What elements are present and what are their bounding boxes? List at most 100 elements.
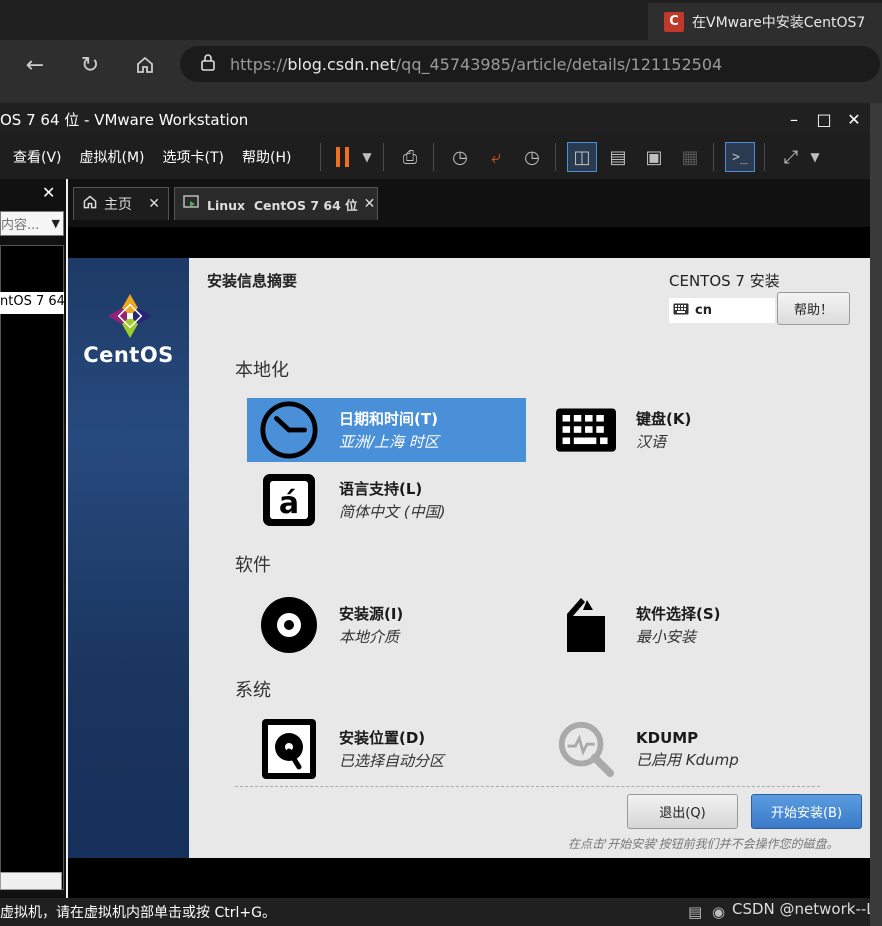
maximize-icon[interactable]: □ [809,103,839,135]
close-icon[interactable]: ✕ [42,183,55,202]
library-view-icon[interactable]: ◫ [567,142,597,172]
spoke-software-selection[interactable]: 软件选择(S) 最小安装 [556,593,836,657]
fullscreen-icon[interactable]: ▣ [639,142,669,172]
clock-icon [259,400,319,460]
close-icon[interactable]: ✕ [148,196,160,212]
page-title: 安装信息摘要 [207,272,298,290]
language-icon: á [259,470,319,530]
unity-icon[interactable]: ▦ [675,142,705,172]
magnifier-icon [556,719,616,779]
hdd-status-icon[interactable]: ▤ [688,903,702,921]
keyboard-icon [673,303,689,319]
spoke-language-title: 语言支持(L) [339,480,423,498]
horizontal-scrollbar[interactable] [0,872,62,890]
status-text: 虚拟机，请在虚拟机内部单击或按 Ctrl+G。 [0,905,276,921]
minimize-icon[interactable]: – [779,103,809,135]
window-title: OS 7 64 位 - VMware Workstation [0,110,249,129]
toolbar-separator [433,143,434,171]
url-host: blog.csdn.net [287,54,396,74]
disc-icon [259,595,319,655]
csdn-watermark: CSDN @network--L [732,900,875,918]
spoke-install-destination[interactable]: 安装位置(D) 已选择自动分区 [259,716,539,782]
send-keys-icon[interactable]: ⎙ [395,142,425,172]
toolbar-separator [764,143,765,171]
spoke-destination-status: 已选择自动分区 [339,752,445,770]
close-icon[interactable]: ✕ [364,196,376,212]
url-path: /qq_45743985/article/details/121152504 [395,54,723,74]
library-search-input[interactable]: 内容... ▼ [0,211,64,236]
toolbar-separator [713,143,714,171]
browser-tab-title: 在VMware中安装CentOS7 [692,14,866,31]
tab-home-label: 主页 [104,197,132,213]
spoke-kdump-status: 已启用 Kdump [636,750,739,769]
package-icon [556,595,616,655]
vm-screen-border [68,858,870,898]
spoke-destination-title: 安装位置(D) [339,729,426,747]
divider [235,786,820,787]
quit-button[interactable]: 退出(Q) [627,794,738,829]
vm-screen-border [68,227,870,258]
reload-icon[interactable]: ↻ [75,50,105,80]
disk-warning-text: 在点击'开始安装'按钮前我们并不会操作您的磁盘。 [568,837,839,851]
spoke-install-source[interactable]: 安装源(I) 本地介质 [259,593,539,657]
keyboard-layout-indicator[interactable]: cn [669,298,775,323]
spoke-datetime[interactable]: 日期和时间(T) 亚洲/上海 时区 [247,398,526,462]
home-icon [82,194,98,214]
chevron-down-icon[interactable]: ▼ [52,217,60,230]
background-page-strip [870,103,882,926]
csdn-favicon-icon: C [664,11,684,32]
spoke-source-title: 安装源(I) [339,605,404,623]
svg-text:á: á [279,486,299,521]
console-view-icon[interactable]: ▤ [603,142,633,172]
begin-installation-button[interactable]: 开始安装(B) [751,794,862,829]
tab-centos[interactable]: Linux CentOS 7 64 位 ✕ [174,187,378,220]
browser-tab[interactable]: C 在VMware中安装CentOS7 [648,3,882,40]
spoke-software-title: 软件选择(S) [636,605,721,623]
spoke-datetime-title: 日期和时间(T) [339,410,438,428]
chevron-down-icon[interactable]: ▼ [800,142,830,172]
centos-brand-text: CentOS [83,343,174,367]
close-icon[interactable]: ✕ [839,103,869,135]
snapshot-manager-icon[interactable]: ◷ [517,142,547,172]
spoke-source-status: 本地介质 [339,628,400,646]
spoke-kdump[interactable]: KDUMP 已启用 Kdump [556,716,836,782]
spoke-language[interactable]: á 语言支持(L) 简体中文 (中国) [259,468,539,532]
library-search-placeholder: 内容... [1,218,40,233]
cdrom-status-icon[interactable]: ◉ [712,903,725,921]
spoke-keyboard[interactable]: 键盘(K) 汉语 [556,398,836,462]
harddisk-icon [259,719,319,779]
tab-centos-label: Linux CentOS 7 64 位 [207,197,358,213]
menu-help[interactable]: 帮助(H) [242,147,300,167]
toolbar-separator [555,143,556,171]
library-item-centos[interactable]: ntOS 7 64 [0,292,64,314]
spoke-software-status: 最小安装 [636,628,697,646]
revert-snapshot-icon[interactable]: ⤶ [481,142,511,172]
section-system: 系统 [235,680,271,701]
spoke-language-status: 简体中文 (中国) [339,503,446,521]
spoke-kdump-title: KDUMP [636,728,699,747]
terminal-icon[interactable]: >_ [725,142,755,172]
spoke-keyboard-status: 汉语 [636,433,667,451]
tab-home[interactable]: 主页 ✕ [73,187,169,220]
section-localization: 本地化 [235,360,289,381]
url-bar[interactable]: https://blog.csdn.net/qq_45743985/articl… [180,46,880,82]
menu-tabs[interactable]: 选项卡(T) [163,147,233,167]
vm-icon [183,194,201,214]
help-button[interactable]: 帮助！ [777,292,850,325]
spoke-keyboard-title: 键盘(K) [636,410,692,428]
menu-view[interactable]: 查看(V) [13,147,71,167]
section-software: 软件 [235,555,271,576]
url-text[interactable]: https://blog.csdn.net/qq_45743985/articl… [230,55,722,74]
lock-icon[interactable] [200,53,216,75]
chevron-down-icon[interactable]: ▼ [352,142,382,172]
keyboard-icon [556,400,616,460]
library-tree [0,245,64,890]
snapshot-icon[interactable]: ◷ [445,142,475,172]
menu-vm[interactable]: 虚拟机(M) [80,147,154,167]
centos-logo-icon [106,292,154,340]
spoke-datetime-status: 亚洲/上海 时区 [339,433,439,451]
product-title: CENTOS 7 安装 [669,272,780,290]
home-icon[interactable] [130,50,160,80]
keyboard-layout-label: cn [695,303,712,318]
back-arrow-icon[interactable]: ← [20,50,50,80]
